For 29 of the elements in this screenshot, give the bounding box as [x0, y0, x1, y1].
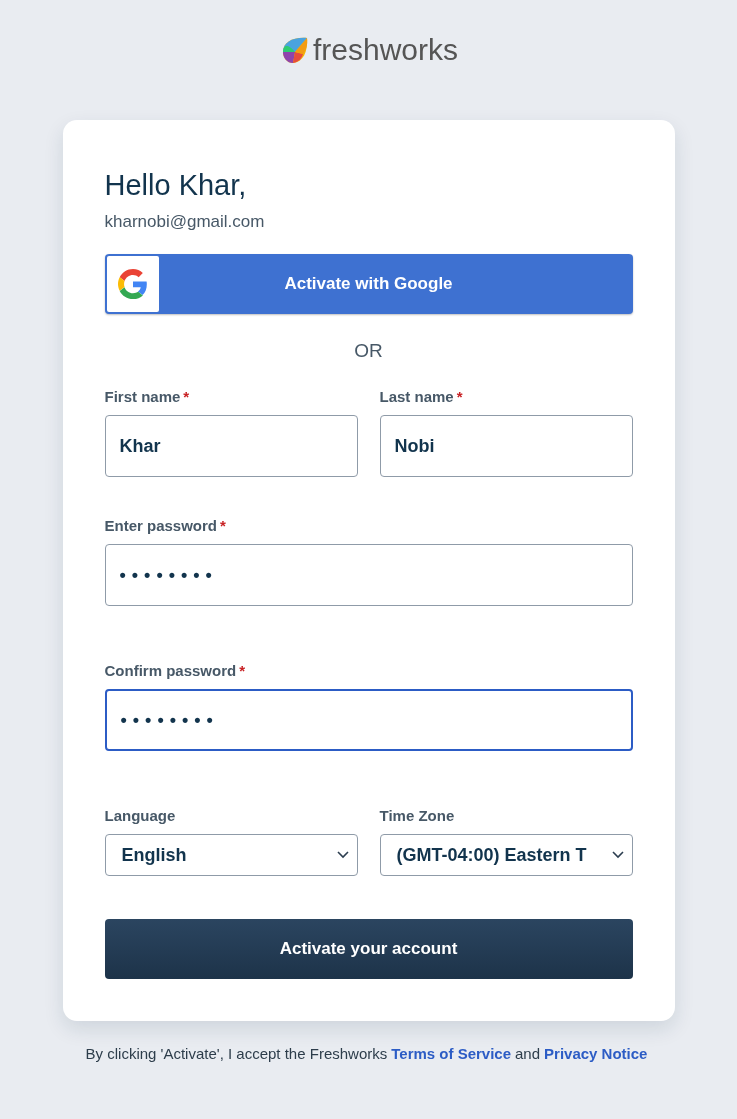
password-field[interactable]: ••••••••: [104, 544, 633, 606]
password-field[interactable]: ••••••••: [104, 689, 633, 751]
or-divider-text: OR: [353, 340, 384, 362]
field-label: Language: [104, 807, 176, 824]
required-mark: *: [183, 388, 190, 405]
input-field[interactable]: Khar: [104, 415, 358, 477]
input-field[interactable]: Nobi: [379, 415, 633, 477]
select-field[interactable]: (GMT-04:00) Eastern T: [379, 834, 633, 876]
field-label: First name: [104, 388, 181, 405]
field-label: Time Zone: [379, 807, 455, 824]
greeting: Hello Khar,: [104, 168, 248, 202]
select-field[interactable]: English: [104, 834, 358, 876]
logo-text: freshworks: [312, 33, 458, 67]
required-mark: *: [239, 662, 246, 679]
privacy-link[interactable]: Privacy Notice: [544, 1045, 648, 1062]
chevron-down-icon: [611, 851, 624, 859]
consent-text: By clicking 'Activate', I accept the Freshworks: [85, 1045, 388, 1062]
activate-account-button[interactable]: Activate your account: [104, 919, 633, 979]
field-label: Last name: [379, 388, 454, 405]
field-label: Enter password: [104, 517, 218, 534]
field-label: Confirm password: [104, 662, 237, 679]
required-mark: *: [456, 388, 463, 405]
terms-link[interactable]: Terms of Service: [391, 1045, 511, 1062]
chevron-down-icon: [336, 851, 349, 859]
required-mark: *: [220, 517, 226, 534]
email-text: kharnobi@gmail.com: [104, 212, 266, 232]
consent-text: and: [515, 1045, 541, 1062]
google-button[interactable]: Activate with Google: [104, 254, 633, 314]
google-icon: [117, 269, 148, 299]
